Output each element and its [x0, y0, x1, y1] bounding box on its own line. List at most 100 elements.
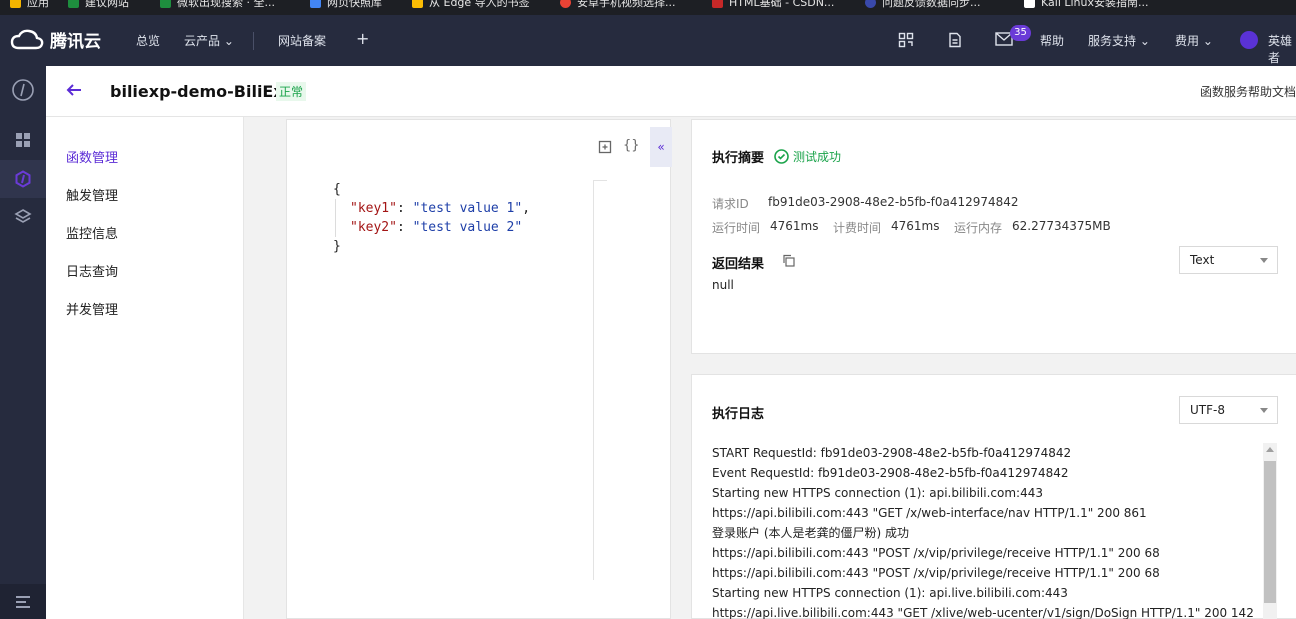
log-title: 执行日志 — [712, 407, 765, 422]
side-menu: 函数管理 触发管理 监控信息 日志查询 并发管理 — [46, 117, 244, 619]
editor-minimap-divider — [593, 180, 607, 181]
request-id-value: fb91de03-2908-48e2-b5fb-f0a412974842 — [768, 195, 1019, 209]
bookmark-icon — [1024, 0, 1035, 8]
caret-down-icon — [1260, 258, 1268, 263]
scroll-up-icon[interactable] — [1266, 447, 1274, 452]
billing-time-value: 4761ms — [891, 219, 940, 233]
nav-divider — [253, 32, 254, 50]
log-line: Starting new HTTPS connection (1): api.b… — [712, 486, 1043, 500]
tencent-cloud-logo[interactable]: 腾讯云 — [10, 27, 101, 52]
run-time-value: 4761ms — [770, 219, 819, 233]
chevron-down-icon: ⌄ — [1202, 34, 1213, 48]
bookmarks-bar: 应用 建议网站 微软出现搜索 · 全... 网页快照库 从 Edge 导入的书签… — [0, 0, 1296, 15]
notification-badge: 35 — [1010, 25, 1031, 41]
test-success-status: 测试成功 — [774, 148, 841, 165]
log-line: Starting new HTTPS connection (1): api.l… — [712, 586, 1068, 600]
help-doc-link[interactable]: 函数服务帮助文档 — [1200, 83, 1296, 100]
request-id-label: 请求ID — [712, 197, 749, 211]
nav-billing[interactable]: 费用 ⌄ — [1175, 32, 1213, 49]
log-content: START RequestId: fb91de03-2908-48e2-b5fb… — [712, 443, 1257, 619]
menu-item-log-query[interactable]: 日志查询 — [66, 261, 118, 280]
page-title: biliexp-demo-BiliExp — [110, 82, 296, 101]
test-event-editor[interactable]: {} « { "key1": "test value 1", "key2": "… — [286, 119, 672, 619]
bookmark-icon — [560, 0, 571, 8]
execution-log-card: 执行日志 UTF-8 START RequestId: fb91de03-290… — [691, 374, 1296, 619]
apps-icon — [10, 0, 21, 8]
user-name[interactable]: 英雄者 — [1268, 32, 1296, 66]
log-line: START RequestId: fb91de03-2908-48e2-b5fb… — [712, 446, 1072, 460]
function-icon[interactable] — [11, 167, 35, 191]
collapse-panel-button[interactable]: « — [650, 127, 672, 167]
content-gutter — [245, 117, 265, 619]
document-icon[interactable] — [947, 32, 963, 51]
memory-value: 62.27734375MB — [1012, 219, 1111, 233]
bookmark-icon — [310, 0, 321, 8]
back-arrow-icon[interactable] — [66, 82, 82, 101]
log-scrollbar[interactable] — [1263, 443, 1277, 619]
bookmark-icon — [68, 0, 79, 8]
bookmark-apps[interactable]: 应用 — [10, 0, 49, 9]
nav-overview[interactable]: 总览 — [136, 32, 160, 49]
chevron-down-icon: ⌄ — [1139, 34, 1150, 48]
log-line: Event RequestId: fb91de03-2908-48e2-b5fb… — [712, 466, 1069, 480]
chevron-down-icon: ⌄ — [223, 34, 234, 48]
bookmark-item[interactable]: 从 Edge 导入的书签 — [412, 0, 530, 9]
bookmark-icon — [412, 0, 423, 8]
nav-help[interactable]: 帮助 — [1040, 32, 1064, 49]
top-nav: 腾讯云 总览 云产品 ⌄ 网站备案 + 35 帮助 服务支持 ⌄ 费用 ⌄ 英雄… — [0, 15, 1296, 66]
scf-logo-icon[interactable] — [11, 78, 35, 102]
page-header: biliexp-demo-BiliExp 正常 函数服务帮助文档 — [46, 66, 1296, 117]
bookmark-item[interactable]: 微软出现搜索 · 全... — [160, 0, 275, 9]
qrcode-icon[interactable] — [898, 32, 914, 51]
bookmark-item[interactable]: 建议网站 — [68, 0, 129, 9]
code-line: "key2": "test value 2" — [335, 218, 522, 237]
bookmark-item[interactable]: 安卓手机视频选择... — [560, 0, 676, 9]
layers-icon[interactable] — [11, 205, 35, 229]
nav-icp-filing[interactable]: 网站备案 — [278, 32, 326, 49]
log-line: 登录账户 (本人是老龚的僵尸粉) 成功 — [712, 526, 909, 540]
product-rail — [0, 66, 46, 619]
menu-item-concurrency[interactable]: 并发管理 — [66, 299, 118, 318]
bookmark-icon — [712, 0, 723, 8]
log-line: https://api.bilibili.com:443 "POST /x/vi… — [712, 566, 1160, 580]
encoding-select[interactable]: UTF-8 — [1179, 396, 1278, 424]
summary-title: 执行摘要 — [712, 151, 765, 166]
double-chevron-left-icon: « — [657, 140, 665, 154]
nav-service-support[interactable]: 服务支持 ⌄ — [1088, 32, 1150, 49]
new-file-icon[interactable] — [598, 140, 612, 158]
status-badge: 正常 — [276, 82, 307, 101]
copy-icon[interactable] — [782, 254, 795, 270]
check-circle-icon — [774, 149, 789, 164]
return-result-value: null — [712, 278, 734, 292]
code-content: { "key1": "test value 1", "key2": "test … — [333, 182, 531, 254]
log-line: https://api.bilibili.com:443 "POST /x/vi… — [712, 546, 1160, 560]
nav-products[interactable]: 云产品 ⌄ — [184, 32, 234, 49]
menu-icon[interactable] — [11, 590, 35, 614]
code-line: "key1": "test value 1", — [335, 199, 530, 218]
add-icon[interactable]: + — [356, 29, 369, 48]
log-line: https://api.bilibili.com:443 "GET /x/web… — [712, 506, 1147, 520]
return-format-select[interactable]: Text — [1179, 246, 1278, 274]
dashboard-icon[interactable] — [11, 128, 35, 152]
memory-label: 运行内存 — [954, 221, 1003, 235]
billing-time-label: 计费时间 — [833, 221, 882, 235]
bookmark-item[interactable]: Kali Linux安装指南... — [1024, 0, 1149, 9]
log-line: https://api.live.bilibili.com:443 "GET /… — [712, 606, 1254, 619]
editor-minimap-divider — [593, 180, 594, 580]
bookmark-icon — [865, 0, 876, 8]
scrollbar-thumb[interactable] — [1264, 461, 1276, 603]
cloud-logo-icon — [10, 29, 44, 49]
run-time-label: 运行时间 — [712, 221, 761, 235]
return-result-title: 返回结果 — [712, 257, 765, 272]
menu-item-monitoring[interactable]: 监控信息 — [66, 223, 118, 242]
bookmark-item[interactable]: HTML基础 - CSDN... — [712, 0, 834, 9]
bookmark-item[interactable]: 问题反馈数据同步... — [865, 0, 981, 9]
rail-footer — [0, 584, 46, 619]
menu-item-function-management[interactable]: 函数管理 — [66, 147, 118, 166]
bookmark-item[interactable]: 网页快照库 — [310, 0, 382, 9]
user-avatar-icon[interactable] — [1240, 31, 1258, 49]
format-json-icon[interactable]: {} — [623, 138, 640, 153]
menu-item-trigger-management[interactable]: 触发管理 — [66, 185, 118, 204]
bookmark-icon — [160, 0, 171, 8]
execution-summary-card: 执行摘要 测试成功 请求ID fb91de03-2908-48e2-b5fb-f… — [691, 119, 1296, 354]
